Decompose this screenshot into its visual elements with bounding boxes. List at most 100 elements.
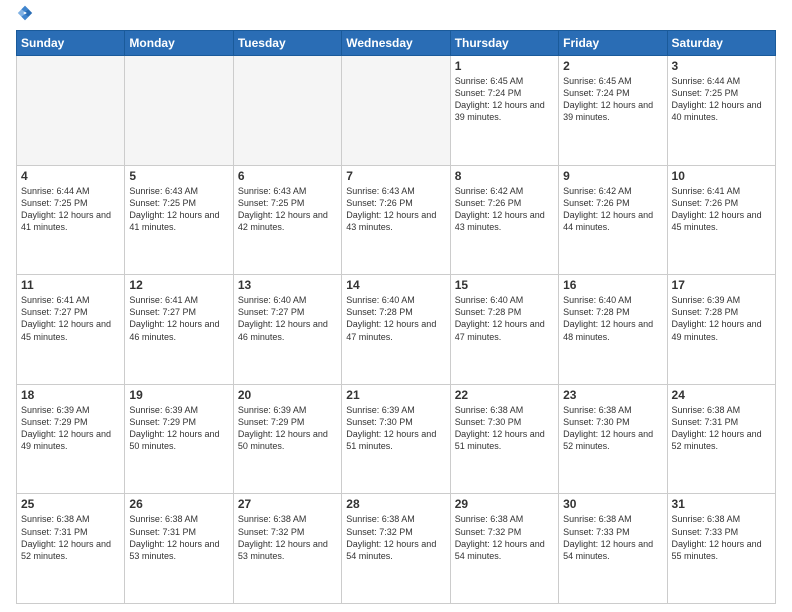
day-number: 2 — [563, 59, 662, 73]
calendar-cell — [342, 56, 450, 166]
calendar-cell: 16Sunrise: 6:40 AM Sunset: 7:28 PM Dayli… — [559, 275, 667, 385]
day-info: Sunrise: 6:41 AM Sunset: 7:27 PM Dayligh… — [129, 294, 228, 343]
week-row-5: 25 Sunrise: 6:38 AM Sunset: 7:31 PM Dayli… — [17, 494, 776, 604]
day-number: 11 — [21, 278, 120, 292]
calendar-cell: 13 Sunrise: 6:40 AM Sunset: 7:27 PM Dayli… — [233, 275, 341, 385]
weekday-header-tuesday: Tuesday — [233, 31, 341, 56]
weekday-header-row: SundayMondayTuesdayWednesdayThursdayFrid… — [17, 31, 776, 56]
day-info: Sunrise: 6:38 AM Sunset: 7:33 PM Dayligh… — [563, 513, 662, 562]
weekday-header-friday: Friday — [559, 31, 667, 56]
day-number: 1 — [455, 59, 554, 73]
calendar-cell: 10Sunrise: 6:41 AM Sunset: 7:26 PM Dayli… — [667, 165, 775, 275]
day-number: 13 — [238, 278, 337, 292]
calendar-cell — [17, 56, 125, 166]
day-number: 10 — [672, 169, 771, 183]
day-info: Sunrise: 6:43 AM Sunset: 7:25 PM Dayligh… — [238, 185, 337, 234]
day-number: 22 — [455, 388, 554, 402]
day-number: 14 — [346, 278, 445, 292]
logo — [16, 12, 36, 22]
calendar-cell: 26 Sunrise: 6:38 AM Sunset: 7:31 PM Dayli… — [125, 494, 233, 604]
day-info: Sunrise: 6:41 AM Sunset: 7:27 PM Dayligh… — [21, 294, 120, 343]
day-number: 31 — [672, 497, 771, 511]
calendar-cell: 17Sunrise: 6:39 AM Sunset: 7:28 PM Dayli… — [667, 275, 775, 385]
calendar-cell: 27 Sunrise: 6:38 AM Sunset: 7:32 PM Dayli… — [233, 494, 341, 604]
day-info: Sunrise: 6:39 AM Sunset: 7:30 PM Dayligh… — [346, 404, 445, 453]
calendar-cell: 22 Sunrise: 6:38 AM Sunset: 7:30 PM Dayli… — [450, 384, 558, 494]
calendar-cell: 20 Sunrise: 6:39 AM Sunset: 7:29 PM Dayli… — [233, 384, 341, 494]
day-info: Sunrise: 6:38 AM Sunset: 7:30 PM Dayligh… — [455, 404, 554, 453]
day-info: Sunrise: 6:45 AM Sunset: 7:24 PM Dayligh… — [455, 75, 554, 124]
calendar-cell: 7Sunrise: 6:43 AM Sunset: 7:26 PM Daylig… — [342, 165, 450, 275]
day-number: 28 — [346, 497, 445, 511]
day-number: 21 — [346, 388, 445, 402]
day-info: Sunrise: 6:38 AM Sunset: 7:31 PM Dayligh… — [129, 513, 228, 562]
day-number: 20 — [238, 388, 337, 402]
day-number: 12 — [129, 278, 228, 292]
day-info: Sunrise: 6:38 AM Sunset: 7:32 PM Dayligh… — [455, 513, 554, 562]
day-number: 16 — [563, 278, 662, 292]
day-info: Sunrise: 6:40 AM Sunset: 7:28 PM Dayligh… — [346, 294, 445, 343]
calendar-cell: 9Sunrise: 6:42 AM Sunset: 7:26 PM Daylig… — [559, 165, 667, 275]
weekday-header-wednesday: Wednesday — [342, 31, 450, 56]
day-info: Sunrise: 6:38 AM Sunset: 7:31 PM Dayligh… — [21, 513, 120, 562]
day-info: Sunrise: 6:43 AM Sunset: 7:26 PM Dayligh… — [346, 185, 445, 234]
week-row-4: 18 Sunrise: 6:39 AM Sunset: 7:29 PM Dayli… — [17, 384, 776, 494]
calendar-cell — [125, 56, 233, 166]
logo-icon — [16, 4, 34, 22]
calendar: SundayMondayTuesdayWednesdayThursdayFrid… — [16, 30, 776, 604]
calendar-cell: 15 Sunrise: 6:40 AM Sunset: 7:28 PM Dayli… — [450, 275, 558, 385]
calendar-cell: 8 Sunrise: 6:42 AM Sunset: 7:26 PM Daylig… — [450, 165, 558, 275]
day-number: 26 — [129, 497, 228, 511]
day-number: 25 — [21, 497, 120, 511]
day-number: 5 — [129, 169, 228, 183]
day-info: Sunrise: 6:39 AM Sunset: 7:29 PM Dayligh… — [21, 404, 120, 453]
day-info: Sunrise: 6:40 AM Sunset: 7:27 PM Dayligh… — [238, 294, 337, 343]
calendar-cell: 25 Sunrise: 6:38 AM Sunset: 7:31 PM Dayli… — [17, 494, 125, 604]
calendar-cell: 30 Sunrise: 6:38 AM Sunset: 7:33 PM Dayli… — [559, 494, 667, 604]
header — [16, 12, 776, 22]
day-number: 15 — [455, 278, 554, 292]
calendar-cell: 3 Sunrise: 6:44 AM Sunset: 7:25 PM Daylig… — [667, 56, 775, 166]
calendar-cell: 2Sunrise: 6:45 AM Sunset: 7:24 PM Daylig… — [559, 56, 667, 166]
day-number: 18 — [21, 388, 120, 402]
day-number: 19 — [129, 388, 228, 402]
calendar-cell: 6 Sunrise: 6:43 AM Sunset: 7:25 PM Daylig… — [233, 165, 341, 275]
calendar-cell: 18 Sunrise: 6:39 AM Sunset: 7:29 PM Dayli… — [17, 384, 125, 494]
day-number: 24 — [672, 388, 771, 402]
calendar-cell: 23 Sunrise: 6:38 AM Sunset: 7:30 PM Dayli… — [559, 384, 667, 494]
day-number: 30 — [563, 497, 662, 511]
day-info: Sunrise: 6:39 AM Sunset: 7:29 PM Dayligh… — [238, 404, 337, 453]
calendar-cell: 12 Sunrise: 6:41 AM Sunset: 7:27 PM Dayli… — [125, 275, 233, 385]
day-info: Sunrise: 6:38 AM Sunset: 7:31 PM Dayligh… — [672, 404, 771, 453]
calendar-cell: 14 Sunrise: 6:40 AM Sunset: 7:28 PM Dayli… — [342, 275, 450, 385]
day-number: 3 — [672, 59, 771, 73]
day-info: Sunrise: 6:42 AM Sunset: 7:26 PM Dayligh… — [455, 185, 554, 234]
day-info: Sunrise: 6:38 AM Sunset: 7:30 PM Dayligh… — [563, 404, 662, 453]
day-number: 4 — [21, 169, 120, 183]
calendar-cell: 31 Sunrise: 6:38 AM Sunset: 7:33 PM Dayli… — [667, 494, 775, 604]
calendar-cell: 28 Sunrise: 6:38 AM Sunset: 7:32 PM Dayli… — [342, 494, 450, 604]
weekday-header-monday: Monday — [125, 31, 233, 56]
page: SundayMondayTuesdayWednesdayThursdayFrid… — [0, 0, 792, 612]
day-number: 9 — [563, 169, 662, 183]
week-row-1: 1 Sunrise: 6:45 AM Sunset: 7:24 PM Daylig… — [17, 56, 776, 166]
day-info: Sunrise: 6:39 AM Sunset: 7:29 PM Dayligh… — [129, 404, 228, 453]
week-row-2: 4Sunrise: 6:44 AM Sunset: 7:25 PM Daylig… — [17, 165, 776, 275]
day-number: 8 — [455, 169, 554, 183]
day-number: 6 — [238, 169, 337, 183]
weekday-header-thursday: Thursday — [450, 31, 558, 56]
day-info: Sunrise: 6:38 AM Sunset: 7:32 PM Dayligh… — [238, 513, 337, 562]
week-row-3: 11 Sunrise: 6:41 AM Sunset: 7:27 PM Dayli… — [17, 275, 776, 385]
calendar-cell: 24 Sunrise: 6:38 AM Sunset: 7:31 PM Dayli… — [667, 384, 775, 494]
day-info: Sunrise: 6:38 AM Sunset: 7:32 PM Dayligh… — [346, 513, 445, 562]
calendar-cell: 5Sunrise: 6:43 AM Sunset: 7:25 PM Daylig… — [125, 165, 233, 275]
day-info: Sunrise: 6:44 AM Sunset: 7:25 PM Dayligh… — [672, 75, 771, 124]
day-info: Sunrise: 6:40 AM Sunset: 7:28 PM Dayligh… — [455, 294, 554, 343]
calendar-cell: 11 Sunrise: 6:41 AM Sunset: 7:27 PM Dayli… — [17, 275, 125, 385]
day-number: 23 — [563, 388, 662, 402]
day-info: Sunrise: 6:38 AM Sunset: 7:33 PM Dayligh… — [672, 513, 771, 562]
calendar-cell — [233, 56, 341, 166]
calendar-cell: 29 Sunrise: 6:38 AM Sunset: 7:32 PM Dayli… — [450, 494, 558, 604]
day-number: 29 — [455, 497, 554, 511]
day-number: 27 — [238, 497, 337, 511]
